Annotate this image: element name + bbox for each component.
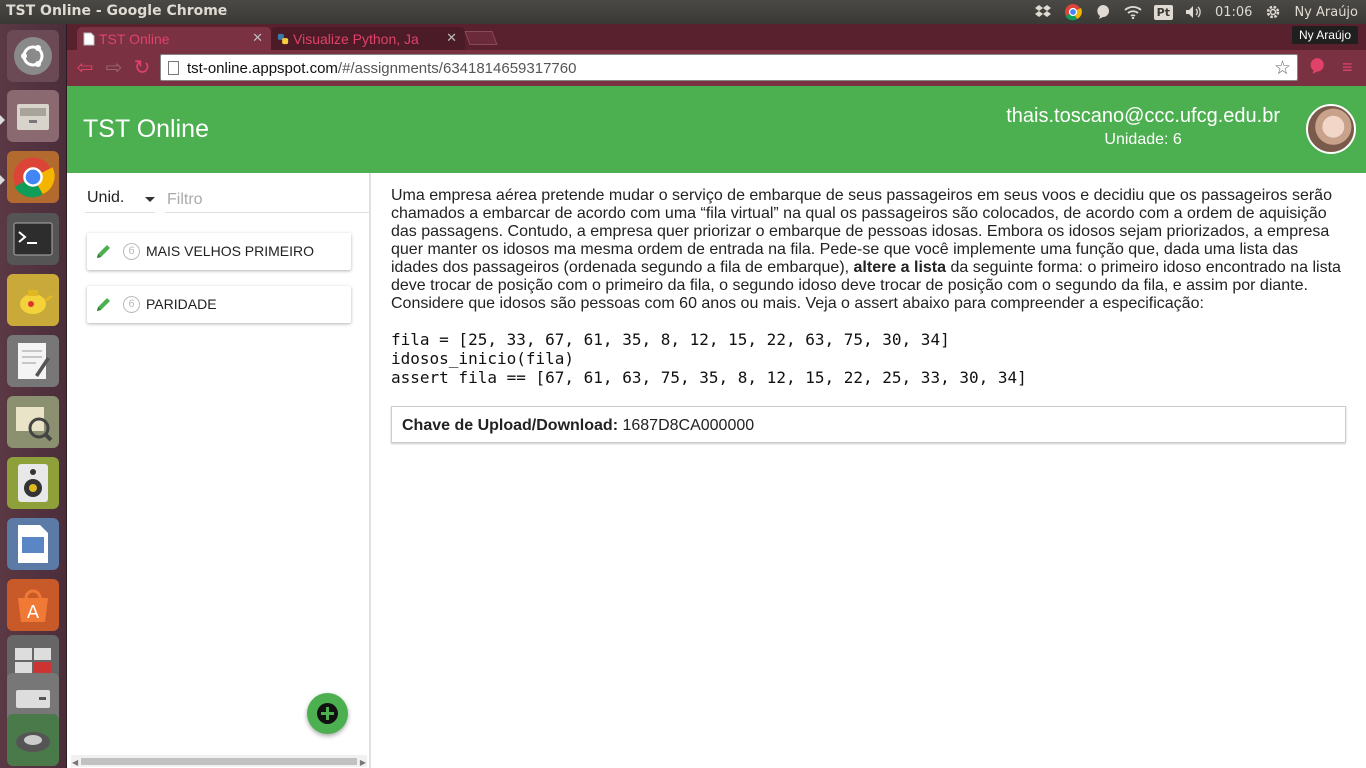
scroll-right-icon[interactable]: ▶: [360, 758, 366, 767]
speaker-icon[interactable]: [7, 457, 59, 509]
scrollbar-thumb[interactable]: [81, 758, 357, 765]
upload-key-box: Chave de Upload/Download: 1687D8CA000000: [391, 406, 1346, 443]
address-bar[interactable]: tst-online.appspot.com/#/assignments/634…: [160, 54, 1298, 81]
window-title: TST Online - Google Chrome: [6, 3, 228, 19]
user-info: thais.toscano@ccc.ufcg.edu.br Unidade: 6: [1006, 105, 1280, 149]
url-host: tst-online.appspot.com: [187, 60, 338, 77]
current-unit: Unidade: 6: [1104, 131, 1182, 148]
upload-key-value[interactable]: 1687D8CA000000: [622, 417, 754, 434]
os-top-panel: TST Online - Google Chrome Pt 01:06 Ny A…: [0, 0, 1366, 24]
browser-window: TST Online ✕ Visualize Python, Ja ✕ Ny A…: [67, 24, 1366, 768]
running-indicator: [0, 115, 5, 125]
forward-arrow-icon[interactable]: ⇨: [103, 57, 125, 79]
user-email: thais.toscano@ccc.ufcg.edu.br: [1006, 105, 1280, 127]
files-icon[interactable]: [7, 90, 59, 142]
assignment-title: MAIS VELHOS PRIMEIRO: [146, 243, 315, 259]
unity-launcher: A: [0, 24, 67, 768]
image-viewer-icon[interactable]: [7, 396, 59, 448]
assignment-card[interactable]: 6 PARIDADE: [87, 286, 351, 323]
python-icon: [277, 33, 289, 45]
plus-icon: [317, 703, 338, 724]
menu-icon[interactable]: ≡: [1342, 57, 1353, 78]
chevron-down-icon: [145, 197, 155, 202]
chrome-icon[interactable]: [7, 151, 59, 203]
tab-tst-online[interactable]: TST Online ✕: [77, 27, 271, 50]
profile-badge[interactable]: Ny Araújo: [1291, 26, 1358, 44]
new-tab-button[interactable]: [464, 31, 498, 45]
assignment-title: PARIDADE: [146, 296, 217, 312]
reload-icon[interactable]: ↻: [131, 57, 153, 79]
messaging-icon[interactable]: [1094, 3, 1112, 21]
wifi-icon[interactable]: [1124, 3, 1142, 21]
pencil-icon[interactable]: [95, 295, 113, 313]
tab-visualize-python[interactable]: Visualize Python, Ja ✕: [271, 27, 465, 50]
upload-key-label: Chave de Upload/Download:: [402, 417, 619, 434]
volume-icon[interactable]: [1185, 3, 1203, 21]
gear-icon[interactable]: [1264, 3, 1282, 21]
unit-badge: 6: [123, 296, 140, 313]
assignment-description: Uma empresa aérea pretende mudar o servi…: [391, 187, 1347, 313]
tab-title: Visualize Python, Ja: [293, 31, 419, 47]
page-icon: [83, 32, 95, 46]
close-tab-icon[interactable]: ✕: [446, 30, 457, 46]
teapot-icon[interactable]: [7, 274, 59, 326]
chrome-tray-icon[interactable]: [1064, 3, 1082, 21]
unit-select[interactable]: Unid.: [87, 189, 155, 211]
close-tab-icon[interactable]: ✕: [252, 30, 263, 46]
app-header: TST Online thais.toscano@ccc.ufcg.edu.br…: [67, 86, 1366, 173]
assignment-card[interactable]: 6 MAIS VELHOS PRIMEIRO: [87, 233, 351, 270]
keyboard-layout-indicator[interactable]: Pt: [1153, 4, 1173, 20]
code-line: fila = [25, 33, 67, 61, 35, 8, 12, 15, 2…: [391, 330, 950, 349]
scroll-left-icon[interactable]: ◀: [72, 758, 78, 767]
terminal-icon[interactable]: [7, 213, 59, 265]
select-underline: [85, 212, 155, 213]
avatar[interactable]: [1306, 104, 1356, 154]
horizontal-scrollbar[interactable]: ◀ ▶: [71, 755, 367, 767]
session-user[interactable]: Ny Araújo: [1294, 5, 1358, 20]
dash-icon[interactable]: [7, 30, 59, 82]
trash-icon[interactable]: [7, 714, 59, 766]
browser-toolbar: ⇦ ⇨ ↻ tst-online.appspot.com/#/assignmen…: [67, 50, 1366, 86]
tab-title: TST Online: [99, 31, 170, 47]
web-page: TST Online thais.toscano@ccc.ufcg.edu.br…: [67, 86, 1366, 768]
software-center-icon[interactable]: A: [7, 579, 59, 631]
svg-text:A: A: [27, 602, 40, 623]
code-example: fila = [25, 33, 67, 61, 35, 8, 12, 15, 2…: [391, 330, 1347, 387]
code-line: idosos_inicio(fila): [391, 349, 575, 368]
back-arrow-icon[interactable]: ⇦: [74, 57, 96, 79]
assignment-content: Uma empresa aérea pretende mudar o servi…: [391, 187, 1347, 443]
running-indicator: [0, 175, 5, 185]
system-tray: Pt 01:06 Ny Araújo: [1034, 0, 1358, 24]
text-editor-icon[interactable]: [7, 335, 59, 387]
assignments-sidebar: Unid. 6 MAIS VELHOS PRIMEIRO 6 PARIDADE …: [67, 173, 371, 768]
code-line: assert fila == [67, 61, 63, 75, 35, 8, 1…: [391, 368, 1027, 387]
description-emphasis: altere a lista: [853, 259, 947, 276]
filter-input[interactable]: [165, 187, 369, 213]
unit-select-value: Unid.: [87, 189, 125, 206]
page-info-icon[interactable]: [168, 61, 179, 75]
writer-icon[interactable]: [7, 518, 59, 570]
pencil-icon[interactable]: [95, 242, 113, 260]
tab-strip: TST Online ✕ Visualize Python, Ja ✕ Ny A…: [67, 24, 1366, 50]
app-brand[interactable]: TST Online: [83, 115, 209, 144]
unit-badge: 6: [123, 243, 140, 260]
dropbox-icon[interactable]: [1034, 3, 1052, 21]
add-assignment-button[interactable]: [307, 693, 348, 734]
clock[interactable]: 01:06: [1215, 5, 1252, 20]
url-path: /#/assignments/6341814659317760: [337, 60, 577, 77]
bookmark-star-icon[interactable]: ☆: [1274, 57, 1291, 80]
extension-icon[interactable]: [1308, 57, 1326, 80]
